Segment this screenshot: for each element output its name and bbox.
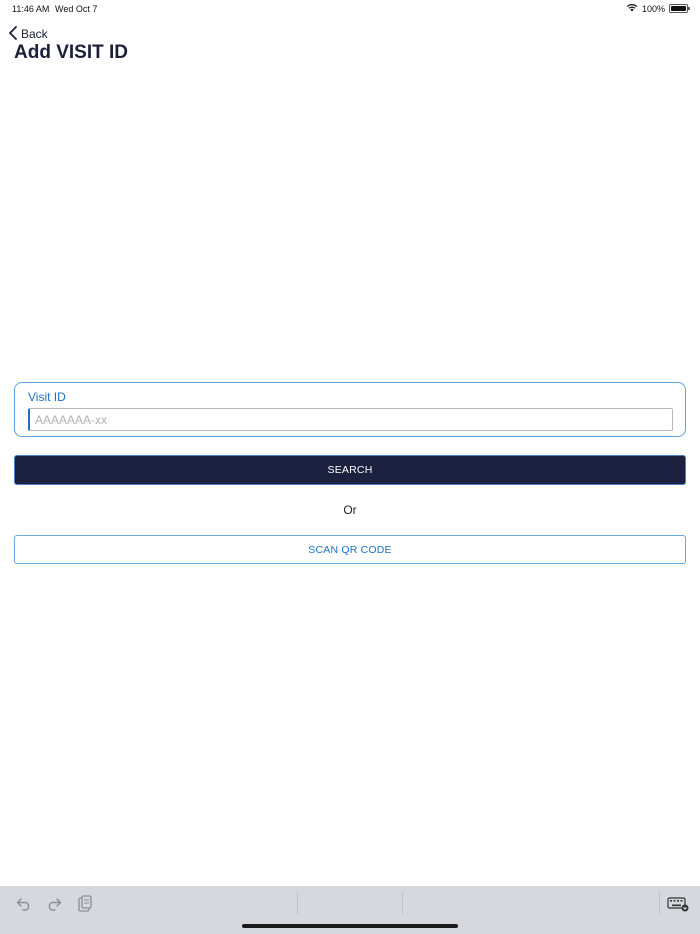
scan-qr-code-button[interactable]: SCAN QR CODE xyxy=(14,535,686,564)
home-indicator xyxy=(242,924,458,928)
visit-id-input[interactable] xyxy=(28,408,673,431)
battery-fill xyxy=(671,6,686,11)
back-label: Back xyxy=(21,27,48,41)
toolbar-divider xyxy=(659,892,660,914)
battery-percent: 100% xyxy=(641,3,665,14)
wifi-icon xyxy=(626,3,638,14)
or-separator: Or xyxy=(343,503,357,517)
undo-icon[interactable] xyxy=(14,894,34,914)
status-time: 11:46 AM xyxy=(12,4,50,14)
add-visit-id-screen: 11:46 AM Wed Oct 7 100% Back Add VISIT I… xyxy=(0,0,700,934)
redo-icon[interactable] xyxy=(44,894,64,914)
page-title: Add VISIT ID xyxy=(14,42,128,63)
paste-icon[interactable] xyxy=(75,894,95,914)
battery-icon xyxy=(669,4,690,13)
visit-id-label: Visit ID xyxy=(28,390,66,404)
status-right: 100% xyxy=(626,3,690,14)
search-button[interactable]: SEARCH xyxy=(14,455,686,485)
keyboard-icon[interactable] xyxy=(666,894,690,914)
visit-id-card: Visit ID xyxy=(14,382,686,437)
status-date: Wed Oct 7 xyxy=(55,4,98,14)
status-bar: 11:46 AM Wed Oct 7 100% xyxy=(0,0,700,18)
chevron-left-icon xyxy=(8,25,18,43)
back-button[interactable]: Back xyxy=(8,25,48,43)
toolbar-divider xyxy=(297,892,298,914)
toolbar-divider xyxy=(402,892,403,914)
